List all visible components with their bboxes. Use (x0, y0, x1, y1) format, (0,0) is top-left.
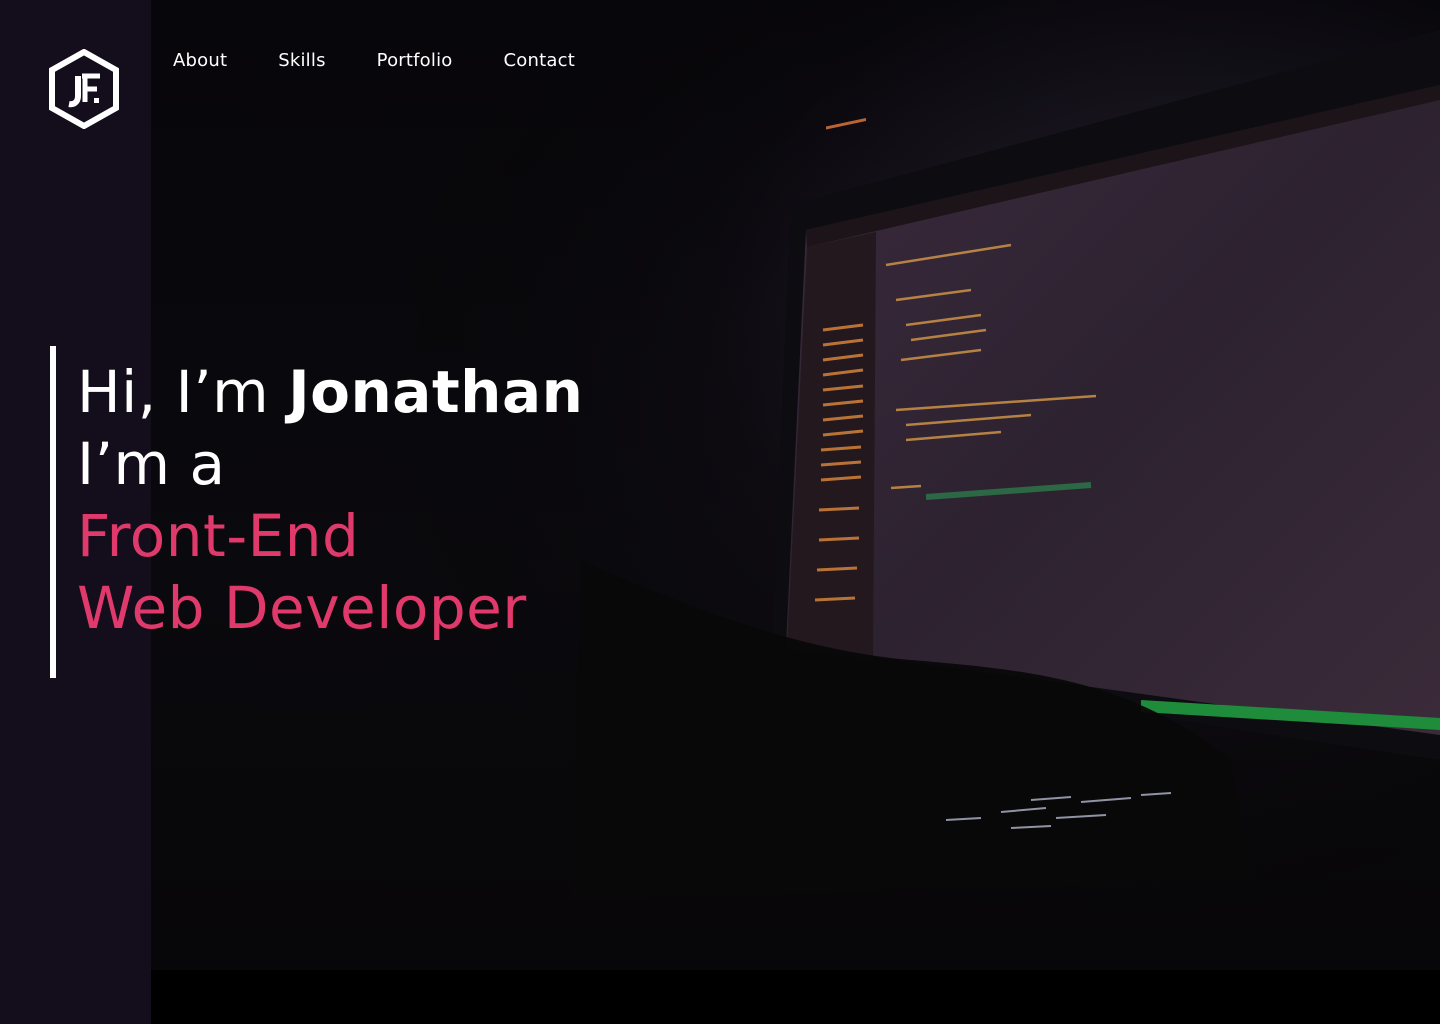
role-line-2: Web Developer (77, 574, 527, 642)
intro-line: I’m a (77, 430, 226, 498)
greeting-text: Hi, I’m (77, 358, 270, 426)
greeting-line: Hi, I’m Jonathan (77, 356, 583, 428)
headline-accent-bar (50, 346, 56, 678)
nav-item-skills[interactable]: Skills (278, 48, 325, 74)
page: About Skills Portfolio Contact Hi, I’m J… (0, 0, 1440, 1024)
site-logo[interactable] (48, 48, 120, 130)
nav-item-portfolio[interactable]: Portfolio (377, 48, 453, 74)
nav-item-contact[interactable]: Contact (504, 48, 575, 74)
role-line-1: Front-End (77, 502, 360, 570)
bottom-band (151, 970, 1440, 1024)
name-text: Jonathan (288, 358, 584, 426)
main-nav: About Skills Portfolio Contact (173, 48, 626, 74)
nav-item-about[interactable]: About (173, 48, 227, 74)
hexagon-logo-icon (49, 48, 119, 130)
hero-headline: Hi, I’m Jonathan I’m a Front-End Web Dev… (77, 356, 583, 644)
